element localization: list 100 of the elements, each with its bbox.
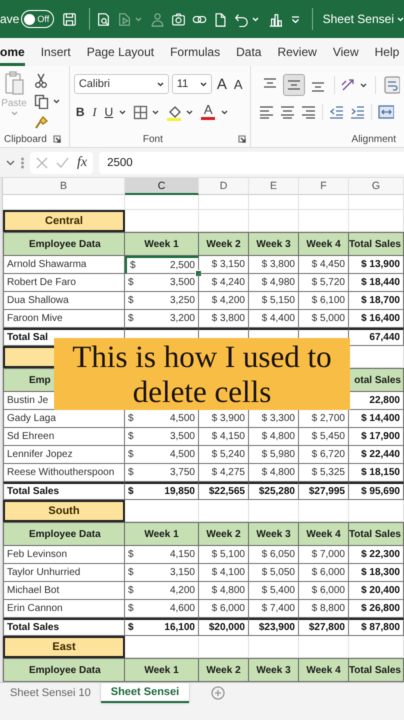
formula-input[interactable]: 2500: [99, 152, 404, 174]
decrease-indent-icon[interactable]: [329, 105, 344, 119]
table-cell: [349, 195, 404, 210]
dialog-launcher-icon[interactable]: [52, 135, 61, 143]
paint-bucket-icon[interactable]: [166, 104, 182, 120]
table-cell[interactable]: $ 4,500: [125, 446, 199, 464]
play-document-icon[interactable]: [116, 12, 132, 26]
table-cell: $20,000: [199, 618, 249, 636]
amount: 4,200: [170, 585, 195, 596]
name-box-caret-icon[interactable]: [6, 160, 15, 166]
table-cell[interactable]: $ 4,150: [125, 546, 199, 564]
align-middle-button[interactable]: [283, 74, 305, 96]
employee-name: Robert De Faro: [3, 274, 125, 292]
ribbon-tab[interactable]: Help: [374, 38, 400, 66]
align-center-icon[interactable]: [280, 105, 295, 119]
ribbon-tab[interactable]: Data: [236, 38, 262, 66]
table-cell: $ 6,050: [249, 546, 299, 564]
table-cell[interactable]: $ 3,500: [125, 274, 199, 292]
font-size-field[interactable]: 11: [172, 74, 212, 94]
currency-symbol: $: [128, 585, 134, 596]
caret-icon[interactable]: [186, 110, 194, 114]
align-left-icon[interactable]: [259, 105, 274, 119]
column-header[interactable]: E: [249, 178, 299, 195]
table-cell[interactable]: $ 16,100: [125, 618, 199, 636]
table-cell[interactable]: $ 3,750: [125, 464, 199, 482]
column-heading: Total Sales: [349, 522, 404, 546]
employee-name: Reese Withoutherspoon: [3, 464, 125, 482]
currency-symbol: $: [128, 277, 134, 288]
column-header[interactable]: C: [125, 178, 199, 195]
document-icon[interactable]: [212, 12, 228, 26]
column-heading: Week 4: [299, 522, 349, 546]
save-icon[interactable]: [62, 12, 77, 26]
caret-icon[interactable]: [152, 110, 160, 114]
document-search-icon[interactable]: [96, 12, 111, 26]
customize-caret-icon[interactable]: [290, 15, 300, 23]
font-color-button[interactable]: A: [199, 102, 218, 122]
ribbon-tab[interactable]: Formulas: [170, 38, 220, 66]
column-header[interactable]: D: [199, 178, 249, 195]
align-right-icon[interactable]: [301, 105, 316, 119]
account-name[interactable]: Sheet Sensei: [322, 12, 394, 26]
amount: 3,250: [170, 295, 195, 306]
amount: 3,500: [170, 431, 195, 442]
employee-name: Lennifer Jopez: [3, 446, 125, 464]
caret-icon[interactable]: [53, 99, 60, 104]
undo-icon[interactable]: [234, 12, 249, 26]
borders-icon[interactable]: [133, 104, 148, 120]
sheet-tab[interactable]: Sheet Sensei: [100, 683, 190, 703]
insert-function-button[interactable]: fx: [77, 154, 88, 170]
merge-cells-icon[interactable]: [378, 105, 394, 119]
wrap-text-icon[interactable]: [384, 76, 400, 94]
caret-icon[interactable]: [221, 110, 228, 114]
table-cell: $ 6,000: [299, 564, 349, 582]
table-cell[interactable]: $ 3,150: [125, 564, 199, 582]
underline-button[interactable]: U: [102, 102, 116, 122]
scissors-icon[interactable]: [34, 72, 48, 88]
table-cell: $ 16,400: [349, 310, 404, 328]
table-cell[interactable]: $ 3,500: [125, 428, 199, 446]
table-cell[interactable]: $ 3,200: [125, 310, 199, 328]
table-cell[interactable]: $ 2,500: [125, 256, 199, 274]
italic-button[interactable]: I: [90, 102, 98, 122]
table-cell: $ 4,800: [249, 464, 299, 482]
column-header[interactable]: F: [299, 178, 349, 195]
camera-icon[interactable]: [170, 12, 186, 26]
currency-symbol: $: [128, 449, 134, 460]
table-cell: $ 22,300: [349, 546, 404, 564]
caret-icon[interactable]: [156, 82, 164, 86]
font-name-field[interactable]: Calibri: [74, 74, 169, 94]
bar-chart-icon[interactable]: [268, 12, 283, 26]
increase-indent-icon[interactable]: [350, 105, 365, 119]
currency-symbol: $: [128, 622, 134, 633]
table-cell: $ 4,800: [199, 582, 249, 600]
currency-symbol: $: [128, 467, 134, 478]
person-icon[interactable]: [150, 12, 165, 26]
table-cell[interactable]: $ 19,850: [125, 482, 199, 500]
autosave-toggle[interactable]: Off: [21, 10, 54, 28]
table-cell[interactable]: $ 4,600: [125, 600, 199, 618]
copy-icon[interactable]: [34, 94, 49, 109]
caret-icon[interactable]: [200, 82, 207, 86]
more-icon[interactable]: [21, 156, 24, 168]
table-cell: $ 5,325: [299, 464, 349, 482]
ribbon-tab[interactable]: View: [332, 38, 359, 66]
column-header[interactable]: G: [349, 178, 404, 195]
table-cell[interactable]: $ 4,200: [125, 582, 199, 600]
table-cell[interactable]: $ 3,250: [125, 292, 199, 310]
decrease-font-button[interactable]: A: [232, 74, 244, 94]
dialog-launcher-icon[interactable]: [238, 135, 246, 143]
caret-icon[interactable]: [119, 110, 126, 114]
add-sheet-icon[interactable]: [211, 686, 226, 700]
column-header[interactable]: B: [3, 178, 125, 195]
region-label: South: [3, 500, 125, 522]
caret-icon[interactable]: [360, 82, 367, 88]
bold-button[interactable]: B: [74, 102, 86, 122]
ribbon-tab[interactable]: Page Layout: [86, 38, 154, 66]
amount: 19,850: [164, 486, 195, 497]
brush-icon[interactable]: [34, 115, 49, 130]
increase-font-button[interactable]: A: [214, 74, 229, 94]
ribbon-tab[interactable]: Review: [277, 38, 317, 66]
ribbon-tab[interactable]: Insert: [40, 38, 71, 66]
sheet-tab[interactable]: Sheet Sensei 10: [0, 683, 101, 703]
amount: 4,600: [170, 603, 195, 614]
